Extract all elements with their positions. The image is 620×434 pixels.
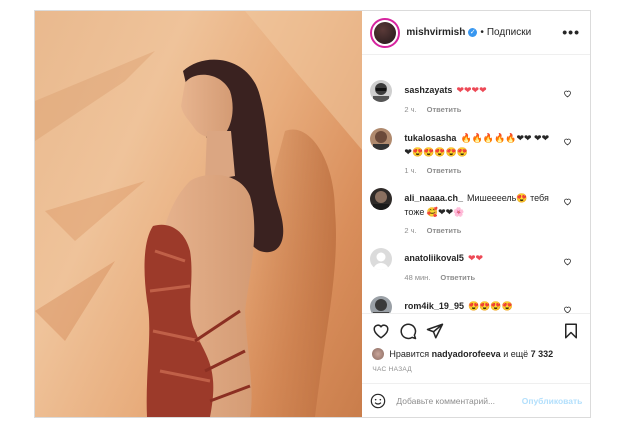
likes-count[interactable]: 7 332 [531, 349, 554, 359]
comment-username[interactable]: sashzayats [404, 85, 452, 95]
post-side-panel: mishvirmish ✓ • Подписки ••• sashzayats ❤… [362, 11, 591, 417]
more-options-icon[interactable]: ••• [562, 24, 580, 40]
comments-list[interactable]: sashzayats ❤❤❤❤ 2 ч. Ответить tukalosasha 🔥… [362, 56, 590, 313]
verified-badge-icon: ✓ [468, 28, 478, 37]
comment-avatar[interactable] [370, 128, 393, 150]
comment-avatar[interactable] [370, 248, 393, 270]
person-portrait-icon [370, 296, 393, 313]
separator-dot: • [480, 27, 484, 38]
save-bookmark-icon[interactable] [562, 322, 580, 340]
post-header: mishvirmish ✓ • Подписки ••• [362, 11, 590, 55]
comment-text: ❤❤❤❤ [456, 85, 487, 95]
author-username[interactable]: mishvirmish [406, 27, 465, 38]
liker-avatar [372, 348, 385, 360]
comment-text: ❤❤ [467, 253, 484, 263]
comment-username[interactable]: anatoliikoval5 [404, 253, 464, 263]
default-avatar-icon [370, 248, 393, 270]
instagram-post: mishvirmish ✓ • Подписки ••• sashzayats ❤… [34, 10, 591, 418]
comment-bubble-icon[interactable] [399, 322, 417, 340]
comment-username[interactable]: ali_naaaa.ch_ [404, 193, 463, 203]
photo-illustration [35, 11, 363, 417]
like-comment-heart-icon[interactable] [563, 257, 572, 266]
person-portrait-icon [370, 188, 393, 210]
like-comment-heart-icon[interactable] [563, 89, 572, 98]
comment-time: 1 ч. [404, 166, 417, 175]
post-timestamp[interactable]: ЧАС НАЗАД [372, 366, 412, 373]
add-comment-bar: Добавьте комментарий... Опубликовать [362, 383, 591, 417]
comment-avatar[interactable] [370, 188, 393, 210]
comment-input[interactable]: Добавьте комментарий... [396, 396, 521, 406]
publish-button[interactable]: Опубликовать [522, 396, 583, 406]
like-comment-heart-icon[interactable] [563, 305, 572, 313]
likes-summary: Нравится nadyadorofeeva и ещё 7 332 [372, 348, 553, 360]
like-heart-icon[interactable] [372, 322, 390, 340]
comment-username[interactable]: rom4ik_19_95 [404, 301, 464, 311]
likes-prefix: Нравится [389, 349, 430, 359]
comment-time: 2 ч. [404, 105, 417, 114]
comment-time: 48 мин. [404, 273, 431, 282]
likes-suffix: и ещё [503, 349, 529, 359]
post-actions: Нравится nadyadorofeeva и ещё 7 332 ЧАС … [362, 313, 591, 373]
comment-avatar[interactable] [370, 80, 393, 102]
reply-button[interactable]: Ответить [440, 273, 475, 282]
person-portrait-icon [370, 128, 393, 150]
person-sunglasses-icon [370, 80, 393, 102]
author-avatar[interactable] [370, 17, 401, 48]
like-comment-heart-icon[interactable] [563, 197, 572, 206]
comment-text: 😍😍😍😍 [467, 301, 513, 311]
post-photo[interactable] [35, 11, 363, 417]
like-comment-heart-icon[interactable] [563, 137, 572, 146]
following-button[interactable]: Подписки [487, 27, 531, 38]
reply-button[interactable]: Ответить [427, 226, 462, 235]
reply-button[interactable]: Ответить [427, 105, 462, 114]
comment-avatar[interactable] [370, 296, 393, 313]
liker-username[interactable]: nadyadorofeeva [432, 349, 501, 359]
comment-time: 2 ч. [404, 226, 417, 235]
reply-button[interactable]: Ответить [427, 166, 462, 175]
emoji-smile-icon[interactable] [370, 393, 386, 409]
share-paper-plane-icon[interactable] [426, 322, 444, 340]
comment-username[interactable]: tukalosasha [404, 133, 456, 143]
